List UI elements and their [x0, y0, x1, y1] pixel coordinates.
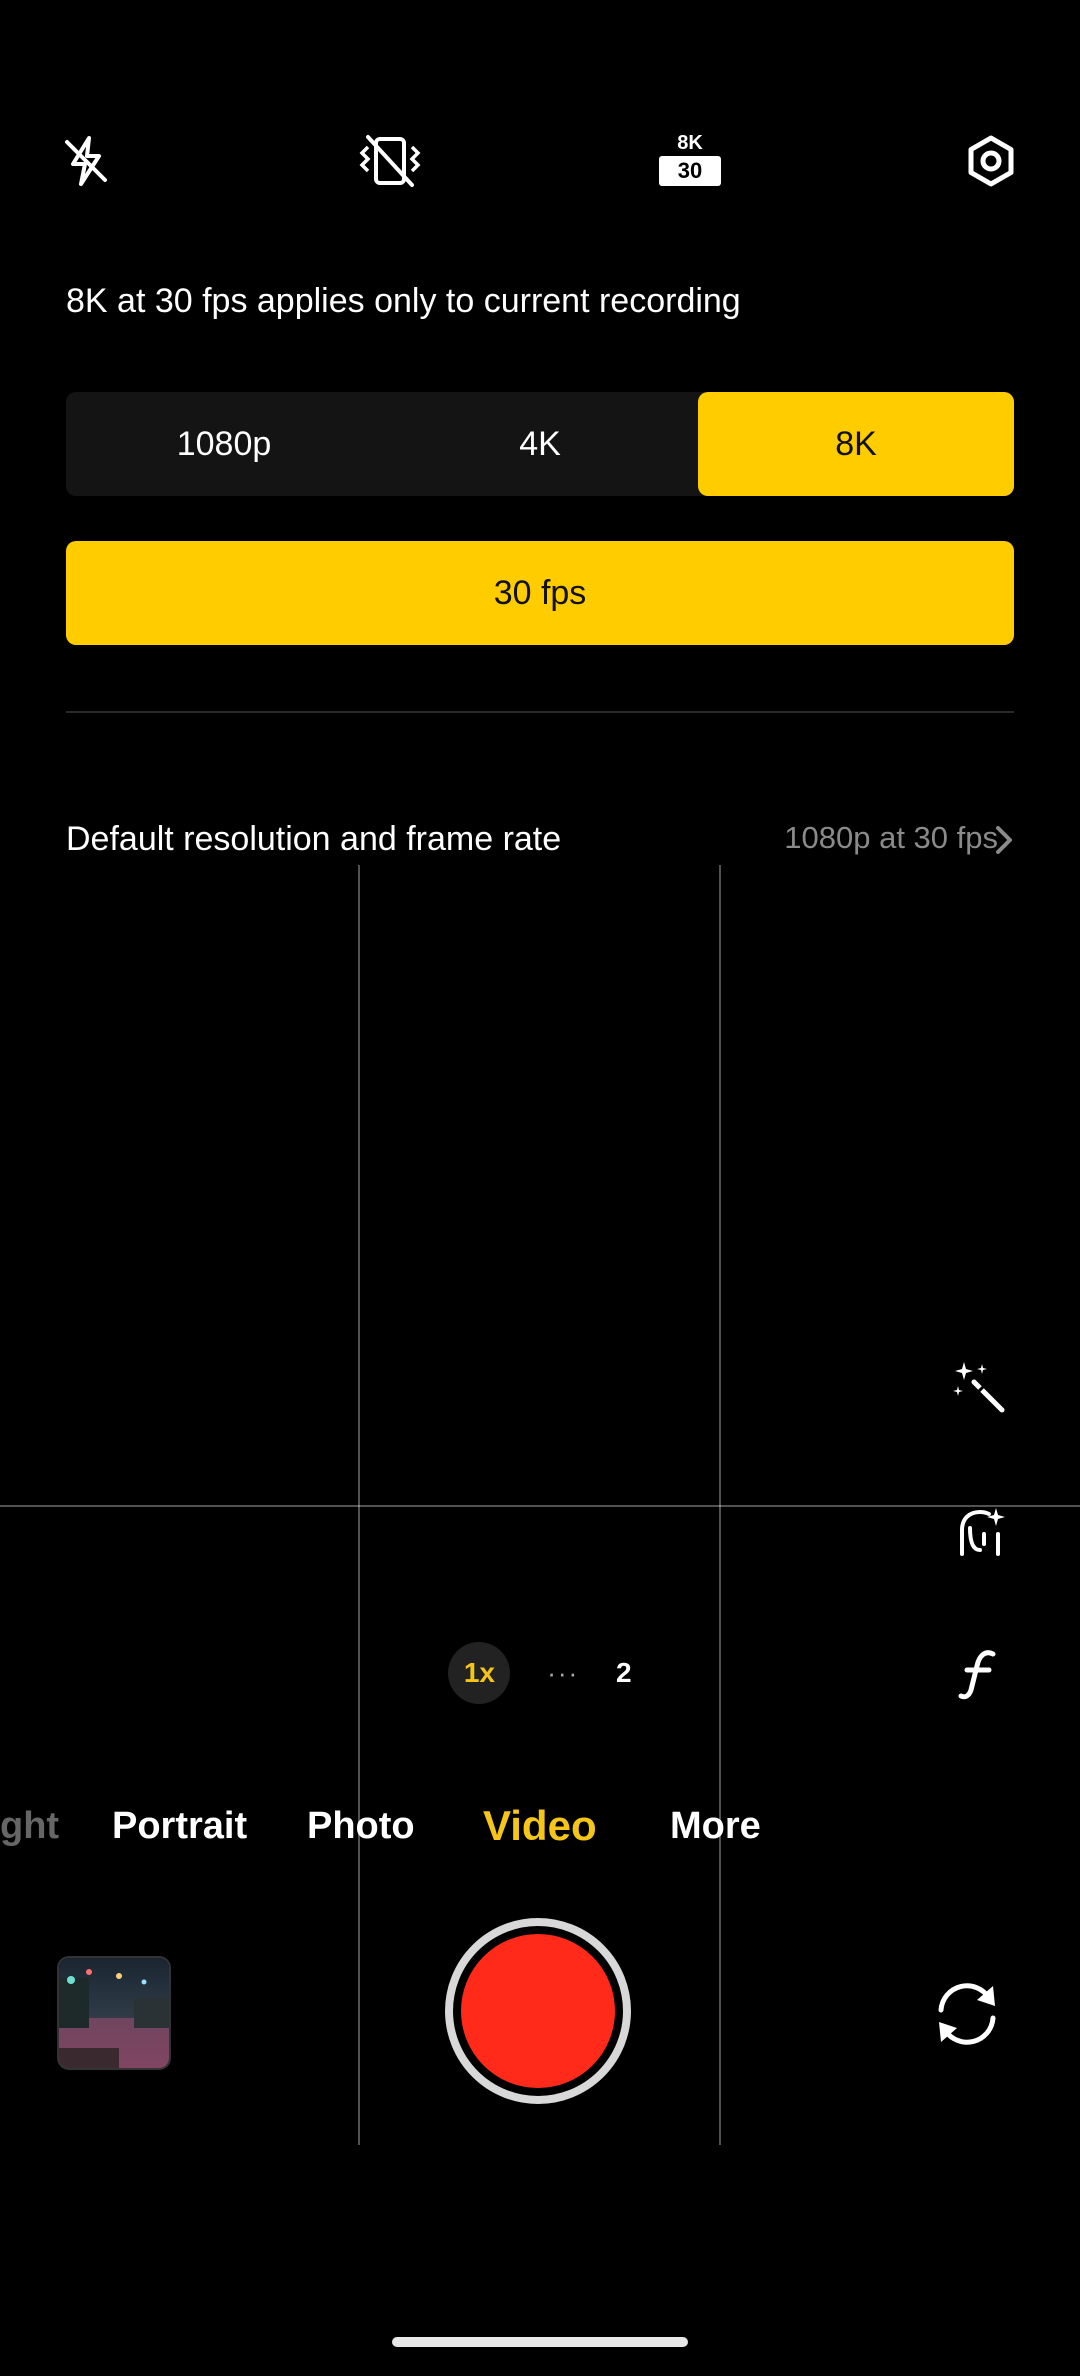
mode-video[interactable]: Video — [483, 1802, 597, 1850]
settings-icon — [968, 135, 1014, 187]
resolution-selector: 1080p 4K 8K — [66, 392, 1014, 496]
switch-camera-icon — [938, 1983, 996, 2045]
divider — [66, 711, 1014, 713]
default-resolution-value: 1080p at 30 fps — [784, 820, 998, 855]
resolution-info-text: 8K at 30 fps applies only to current rec… — [66, 282, 741, 320]
resolution-badge-button[interactable]: 8K 30 — [654, 125, 726, 197]
resolution-option-1080p[interactable]: 1080p — [66, 392, 382, 496]
video-settings-panel: 8K 30 8K at 30 fps applies only to curre… — [0, 0, 1080, 865]
magic-wand-icon — [953, 1362, 1005, 1413]
stabilization-off-icon — [359, 135, 421, 187]
zoom-dots: ··· — [547, 1657, 580, 1688]
filter-f-icon — [958, 1650, 996, 1700]
default-resolution-label: Default resolution and frame rate — [66, 820, 562, 858]
fps-option-30[interactable]: 30 fps — [66, 541, 1014, 645]
filter-button[interactable] — [930, 1624, 1030, 1724]
mode-more[interactable]: More — [670, 1805, 761, 1848]
resolution-badge-icon: 8K 30 — [658, 132, 722, 190]
resolution-option-8k[interactable]: 8K — [698, 392, 1014, 496]
home-indicator[interactable] — [392, 2337, 688, 2347]
magic-wand-button[interactable] — [930, 1338, 1030, 1438]
record-button[interactable] — [445, 1918, 631, 2104]
chevron-right-icon — [996, 826, 1012, 854]
zoom-2x-button[interactable]: 2 — [616, 1657, 632, 1689]
switch-camera-button[interactable] — [922, 1969, 1012, 2059]
mode-portrait[interactable]: Portrait — [112, 1805, 247, 1848]
grid-line-horizontal — [0, 1505, 1080, 1507]
record-button-inner — [457, 1930, 619, 2092]
zoom-1x-button[interactable]: 1x — [448, 1642, 511, 1704]
stabilization-button[interactable] — [354, 125, 426, 197]
mode-photo[interactable]: Photo — [307, 1805, 415, 1848]
resolution-option-4k[interactable]: 4K — [382, 392, 698, 496]
face-retouch-button[interactable] — [930, 1482, 1030, 1582]
zoom-selector: 1x ··· 2 — [430, 1628, 650, 1718]
flash-off-button[interactable] — [50, 125, 122, 197]
settings-button[interactable] — [955, 125, 1027, 197]
face-retouch-icon — [960, 1508, 1005, 1556]
gallery-thumbnail[interactable] — [57, 1956, 171, 2070]
mode-night[interactable]: ght — [0, 1805, 59, 1848]
flash-off-icon — [65, 136, 107, 186]
gallery-thumbnail-image — [59, 1958, 169, 2068]
